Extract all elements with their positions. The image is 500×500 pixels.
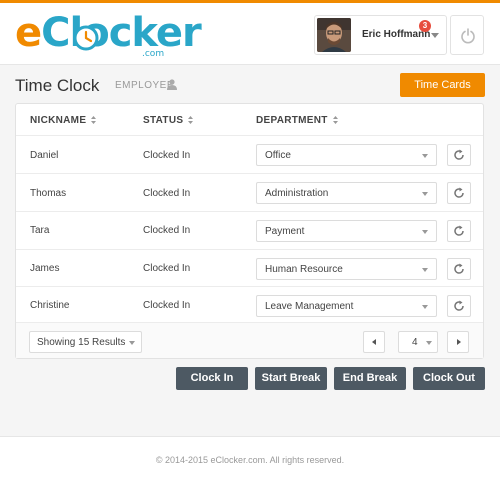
refresh-button[interactable] bbox=[447, 182, 471, 204]
user-name: Eric Hoffmann bbox=[362, 29, 431, 40]
user-icon bbox=[167, 79, 177, 90]
table-row: Tara Clocked In Payment bbox=[16, 211, 483, 249]
status-cell: Clocked In bbox=[143, 150, 191, 161]
column-header-status[interactable]: STATUS bbox=[143, 115, 194, 126]
table-row: Thomas Clocked In Administration bbox=[16, 173, 483, 211]
nickname-cell: Daniel bbox=[30, 150, 59, 161]
next-page-button[interactable] bbox=[447, 331, 469, 353]
sort-icon bbox=[188, 116, 194, 125]
clock-icon bbox=[73, 25, 99, 51]
chevron-down-icon bbox=[422, 305, 428, 309]
nickname-cell: James bbox=[30, 263, 60, 274]
header: eClocker .com Eric Hoffmann 3 bbox=[0, 3, 500, 65]
avatar bbox=[317, 18, 351, 52]
previous-page-button[interactable] bbox=[363, 331, 385, 353]
department-select[interactable]: Administration bbox=[256, 182, 437, 204]
refresh-button[interactable] bbox=[447, 295, 471, 317]
refresh-button[interactable] bbox=[447, 220, 471, 242]
chevron-down-icon bbox=[422, 230, 428, 234]
refresh-icon bbox=[454, 225, 464, 236]
refresh-button[interactable] bbox=[447, 144, 471, 166]
chevron-down-icon bbox=[426, 341, 432, 345]
employee-table: NICKNAME STATUS DEPARTMENT Daniel Clocke… bbox=[15, 103, 484, 359]
table-footer: Showing 15 Results 4 bbox=[16, 322, 483, 358]
employee-label: EMPLOYEE bbox=[115, 80, 175, 91]
start-break-button[interactable]: Start Break bbox=[255, 367, 327, 390]
table-row: Christine Clocked In Leave Management bbox=[16, 286, 483, 324]
logo-text: eClocker bbox=[15, 10, 202, 56]
refresh-icon bbox=[454, 187, 464, 198]
chevron-down-icon bbox=[422, 154, 428, 158]
results-per-page-select[interactable]: Showing 15 Results bbox=[29, 331, 142, 353]
nickname-cell: Thomas bbox=[30, 188, 67, 199]
refresh-icon bbox=[454, 263, 464, 274]
chevron-down-icon bbox=[422, 192, 428, 196]
chevron-down-icon bbox=[422, 268, 428, 272]
chevron-right-icon bbox=[457, 339, 461, 345]
refresh-icon bbox=[454, 149, 464, 160]
table-row: Daniel Clocked In Office bbox=[16, 135, 483, 173]
logout-button[interactable] bbox=[450, 15, 484, 55]
chevron-down-icon[interactable] bbox=[431, 33, 439, 38]
page-title: Time Clock bbox=[15, 76, 100, 95]
department-select[interactable]: Office bbox=[256, 144, 437, 166]
logo-domain: .com bbox=[142, 49, 165, 59]
refresh-icon bbox=[454, 300, 464, 311]
department-select[interactable]: Leave Management bbox=[256, 295, 437, 317]
logo[interactable]: eClocker .com bbox=[15, 13, 202, 59]
chevron-left-icon bbox=[372, 339, 376, 345]
refresh-button[interactable] bbox=[447, 258, 471, 280]
nickname-cell: Tara bbox=[30, 225, 50, 236]
copyright-text: © 2014-2015 eClocker.com. All rights res… bbox=[155, 455, 345, 465]
status-cell: Clocked In bbox=[143, 188, 191, 199]
table-row: James Clocked In Human Resource bbox=[16, 249, 483, 287]
power-icon bbox=[461, 28, 475, 44]
column-header-department[interactable]: DEPARTMENT bbox=[256, 115, 338, 126]
end-break-button[interactable]: End Break bbox=[334, 367, 406, 390]
page-select[interactable]: 4 bbox=[398, 331, 438, 353]
status-cell: Clocked In bbox=[143, 263, 191, 274]
status-cell: Clocked In bbox=[143, 300, 191, 311]
nickname-cell: Christine bbox=[30, 300, 70, 311]
sort-icon bbox=[91, 116, 97, 125]
clock-out-button[interactable]: Clock Out bbox=[413, 367, 485, 390]
page-footer: © 2014-2015 eClocker.com. All rights res… bbox=[0, 436, 500, 500]
column-header-nickname[interactable]: NICKNAME bbox=[30, 115, 97, 126]
department-select[interactable]: Payment bbox=[256, 220, 437, 242]
sort-icon bbox=[332, 116, 338, 125]
notification-badge[interactable]: 3 bbox=[419, 20, 431, 32]
user-menu[interactable]: Eric Hoffmann 3 bbox=[314, 15, 447, 55]
clock-in-button[interactable]: Clock In bbox=[176, 367, 248, 390]
status-cell: Clocked In bbox=[143, 225, 191, 236]
department-select[interactable]: Human Resource bbox=[256, 258, 437, 280]
time-cards-button[interactable]: Time Cards bbox=[400, 73, 485, 97]
chevron-down-icon bbox=[129, 341, 135, 345]
